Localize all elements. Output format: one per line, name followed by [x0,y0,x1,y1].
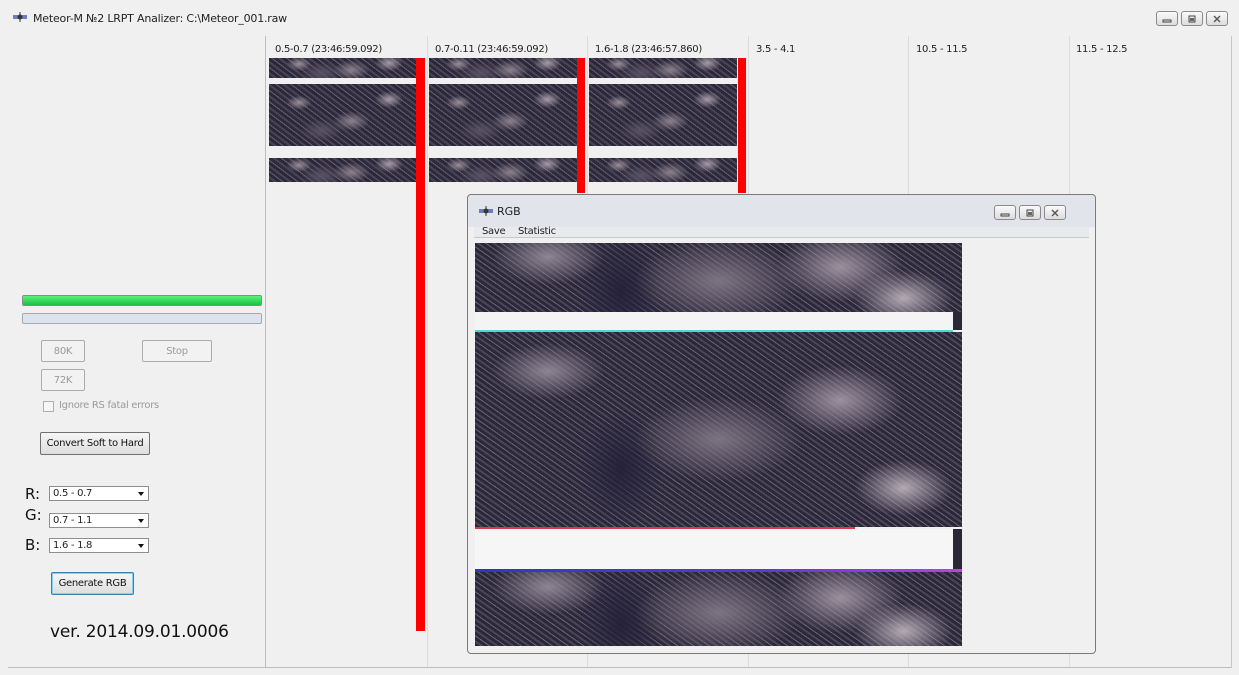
minimize-button[interactable] [1156,11,1178,26]
channel-image [429,58,577,78]
channel-image [589,84,737,146]
channel-label: 0.5-0.7 (23:46:59.092) [275,44,382,55]
window-controls [1156,11,1228,26]
chevron-down-icon [138,519,144,523]
rgb-composite-image [475,572,962,646]
channel-label: 10.5 - 11.5 [916,44,968,55]
channel-image [429,84,577,146]
channel-label: 11.5 - 12.5 [1076,44,1128,55]
data-gap-edge [953,312,962,330]
progress-bar-primary [22,295,262,306]
column-divider [427,36,428,667]
80k-button[interactable]: 80K [41,340,85,362]
r-channel-value: 0.5 - 0.7 [53,488,93,499]
rgb-menu-bar: Save Statistic [474,226,1089,238]
channel-label: 1.6-1.8 (23:46:57.860) [595,44,702,55]
title-bar: Meteor-M №2 LRPT Analizer: C:\Meteor_001… [0,0,1239,34]
b-channel-label: B: [25,536,41,554]
data-gap-edge [953,529,962,569]
b-channel-select[interactable]: 1.6 - 1.8 [49,538,149,553]
rgb-composite-image [475,332,962,527]
menu-save[interactable]: Save [482,226,506,237]
channel-label: 0.7-0.11 (23:46:59.092) [435,44,549,55]
g-channel-select[interactable]: 0.7 - 1.1 [49,513,149,528]
generate-rgb-button[interactable]: Generate RGB [51,572,134,595]
convert-soft-to-hard-button[interactable]: Convert Soft to Hard [40,432,150,455]
ignore-rs-label: Ignore RS fatal errors [59,400,159,411]
maximize-icon [1026,209,1034,216]
g-channel-value: 0.7 - 1.1 [53,515,93,526]
frame-border [1231,36,1232,668]
channel-image [269,158,419,182]
maximize-button[interactable] [1019,205,1041,220]
chevron-down-icon [138,492,144,496]
channel-image [589,58,737,78]
satellite-icon [479,206,493,216]
scan-marker [738,58,746,193]
rgb-composite-image [475,243,962,312]
minimize-icon [1000,213,1010,216]
r-channel-label: R: [25,485,41,503]
close-button[interactable] [1044,205,1066,220]
g-channel-label: G: [25,506,42,524]
close-icon [1051,209,1059,216]
channel-image [269,84,419,146]
window-title: Meteor-M №2 LRPT Analizer: C:\Meteor_001… [33,12,287,25]
rgb-window-controls [994,205,1066,220]
control-panel: 80K Stop 72K Ignore RS fatal errors Conv… [8,36,265,667]
maximize-button[interactable] [1181,11,1203,26]
rgb-window[interactable]: RGB Save Statistic [467,194,1096,654]
scan-marker [577,58,585,193]
b-channel-value: 1.6 - 1.8 [53,540,93,551]
stop-button[interactable]: Stop [142,340,212,362]
ignore-rs-checkbox[interactable] [43,401,54,412]
maximize-icon [1188,15,1196,22]
channel-image [589,158,737,182]
version-label: ver. 2014.09.01.0006 [50,622,229,642]
rgb-window-title: RGB [497,205,521,218]
scan-marker [416,58,425,631]
close-icon [1213,15,1221,22]
channel-image [269,58,419,78]
data-gap [475,312,953,332]
progress-bar-secondary [22,313,262,324]
72k-button[interactable]: 72K [41,369,85,391]
rgb-title-bar[interactable]: RGB [468,195,1095,227]
channel-image [429,158,577,182]
minimize-button[interactable] [994,205,1016,220]
minimize-icon [1162,19,1172,22]
satellite-icon [13,12,27,22]
chevron-down-icon [138,544,144,548]
menu-statistic[interactable]: Statistic [518,226,556,237]
data-gap [475,529,953,569]
close-button[interactable] [1206,11,1228,26]
r-channel-select[interactable]: 0.5 - 0.7 [49,486,149,501]
progress-fill-primary [23,296,261,305]
frame-border [8,667,1231,668]
channel-label: 3.5 - 4.1 [756,44,796,55]
